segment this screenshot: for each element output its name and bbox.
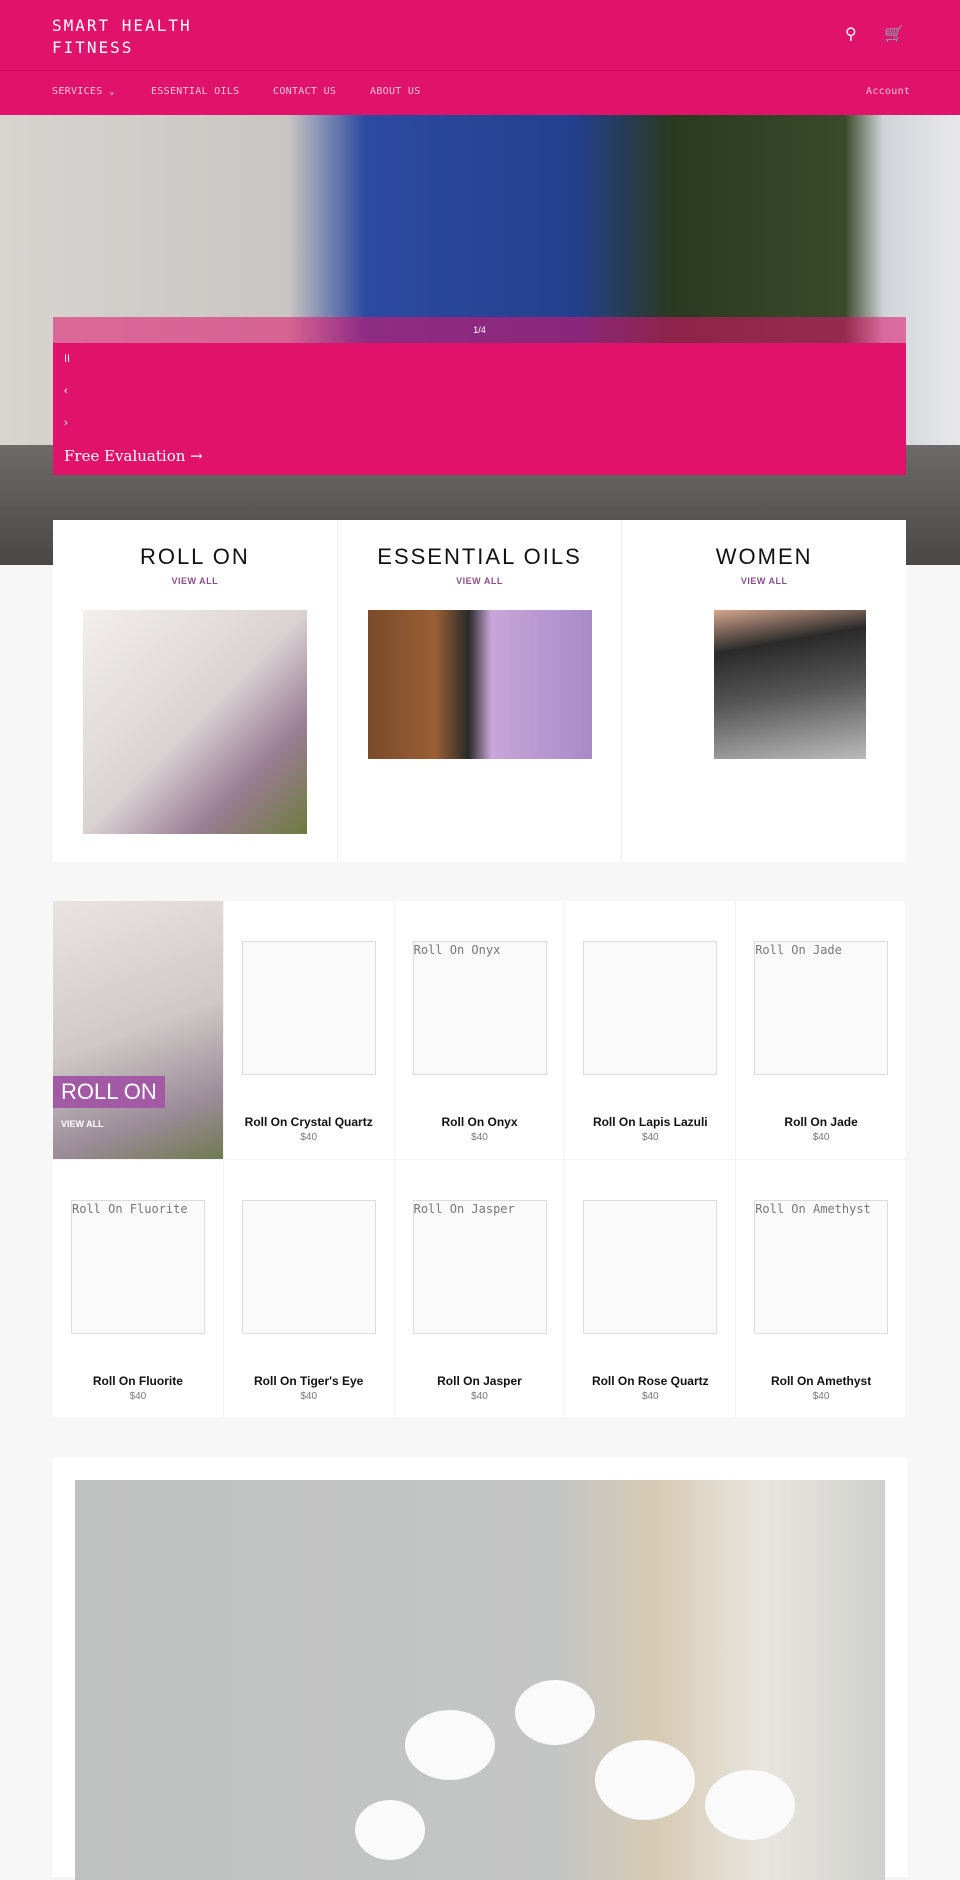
view-all-link[interactable]: VIEW ALL bbox=[53, 576, 337, 586]
product-price: $40 bbox=[641, 1391, 659, 1402]
slide-panel: II ‹ › Free Evaluation → bbox=[53, 343, 906, 475]
featured-collection-roll-on[interactable]: ROLL ON VIEW ALL bbox=[53, 901, 224, 1160]
product-card[interactable]: Roll On Fluorite Roll On Fluorite $40 bbox=[53, 1160, 224, 1419]
product-name: Roll On Fluorite bbox=[92, 1374, 183, 1388]
image-section bbox=[53, 1457, 907, 1880]
search-icon[interactable]: ⚲ bbox=[845, 24, 857, 44]
product-image-placeholder bbox=[583, 941, 718, 1075]
product-image-placeholder: Roll On Jasper bbox=[412, 1200, 547, 1334]
product-price: $40 bbox=[641, 1132, 659, 1143]
product-image-placeholder: Roll On Fluorite bbox=[71, 1200, 205, 1334]
product-card[interactable]: Roll On Tiger's Eye $40 bbox=[223, 1160, 395, 1419]
product-price: $40 bbox=[300, 1132, 318, 1143]
site-header: SMART HEALTH FITNESS ⚲ 🛒 SERVICES ⌄ ESSE… bbox=[0, 0, 960, 115]
collection-title: WOMEN bbox=[715, 544, 813, 569]
collection-image bbox=[83, 610, 307, 834]
view-all-link[interactable]: VIEW ALL bbox=[338, 576, 622, 586]
product-image-placeholder: Roll On Jade bbox=[754, 941, 889, 1075]
product-price: $40 bbox=[300, 1391, 318, 1402]
product-image-placeholder bbox=[583, 1200, 718, 1334]
product-name: Roll On Amethyst bbox=[770, 1374, 872, 1388]
nav-contact-us[interactable]: CONTACT US bbox=[273, 86, 336, 97]
product-name: Roll On Crystal Quartz bbox=[244, 1115, 373, 1129]
collection-list: ROLL ON VIEW ALL ESSENTIAL OILS VIEW ALL… bbox=[53, 520, 906, 862]
next-slide-button[interactable]: › bbox=[64, 417, 68, 429]
collection-essential-oils[interactable]: ESSENTIAL OILS VIEW ALL bbox=[338, 520, 623, 862]
product-name: Roll On Jade bbox=[784, 1115, 858, 1129]
product-name: Roll On Rose Quartz bbox=[591, 1374, 709, 1388]
view-all-link[interactable]: VIEW ALL bbox=[622, 576, 906, 586]
collection-image bbox=[367, 610, 592, 759]
product-price: $40 bbox=[812, 1391, 830, 1402]
product-name: Roll On Onyx bbox=[441, 1115, 518, 1129]
product-card[interactable]: Roll On Crystal Quartz $40 bbox=[223, 901, 395, 1160]
free-evaluation-link[interactable]: Free Evaluation → bbox=[64, 447, 203, 465]
featured-title: ROLL ON bbox=[53, 1076, 165, 1108]
collection-title: ESSENTIAL OILS bbox=[377, 544, 582, 569]
product-price: $40 bbox=[471, 1391, 488, 1402]
product-card[interactable]: Roll On Jasper Roll On Jasper $40 bbox=[394, 1160, 566, 1419]
view-all-link[interactable]: VIEW ALL bbox=[61, 1119, 104, 1129]
divider bbox=[0, 70, 960, 71]
collection-roll-on[interactable]: ROLL ON VIEW ALL bbox=[53, 520, 338, 862]
prev-slide-button[interactable]: ‹ bbox=[64, 385, 68, 397]
product-image-placeholder bbox=[241, 1200, 376, 1334]
product-image-placeholder: Roll On Amethyst bbox=[754, 1200, 889, 1334]
product-price: $40 bbox=[129, 1391, 147, 1402]
slide-counter: 1/4 bbox=[53, 317, 906, 343]
site-logo[interactable]: SMART HEALTH FITNESS bbox=[52, 15, 212, 59]
cart-icon[interactable]: 🛒 bbox=[884, 24, 904, 44]
product-name: Roll On Tiger's Eye bbox=[254, 1374, 364, 1388]
product-card[interactable]: Roll On Onyx Roll On Onyx $40 bbox=[394, 901, 566, 1160]
nav-essential-oils[interactable]: ESSENTIAL OILS bbox=[151, 86, 240, 97]
product-price: $40 bbox=[471, 1132, 488, 1143]
nav-about-us[interactable]: ABOUT US bbox=[370, 86, 421, 97]
product-card[interactable]: Roll On Jade Roll On Jade $40 bbox=[736, 901, 907, 1160]
collection-title: ROLL ON bbox=[139, 544, 250, 569]
collection-women[interactable]: WOMEN VIEW ALL bbox=[622, 520, 906, 862]
product-card[interactable]: Roll On Rose Quartz $40 bbox=[565, 1160, 737, 1419]
nav-services[interactable]: SERVICES ⌄ bbox=[52, 86, 115, 97]
product-image-placeholder: Roll On Onyx bbox=[412, 941, 547, 1075]
product-card[interactable]: Roll On Lapis Lazuli $40 bbox=[565, 901, 737, 1160]
product-grid: ROLL ON VIEW ALL Roll On Crystal Quartz … bbox=[53, 901, 907, 1419]
product-price: $40 bbox=[812, 1132, 830, 1143]
orchid-image bbox=[75, 1480, 885, 1880]
product-card[interactable]: Roll On Amethyst Roll On Amethyst $40 bbox=[736, 1160, 907, 1419]
collection-image bbox=[714, 610, 867, 759]
product-image-placeholder bbox=[241, 941, 376, 1075]
product-name: Roll On Lapis Lazuli bbox=[592, 1115, 708, 1129]
account-link[interactable]: Account bbox=[866, 86, 910, 97]
pause-button[interactable]: II bbox=[64, 353, 70, 365]
product-name: Roll On Jasper bbox=[437, 1374, 522, 1388]
